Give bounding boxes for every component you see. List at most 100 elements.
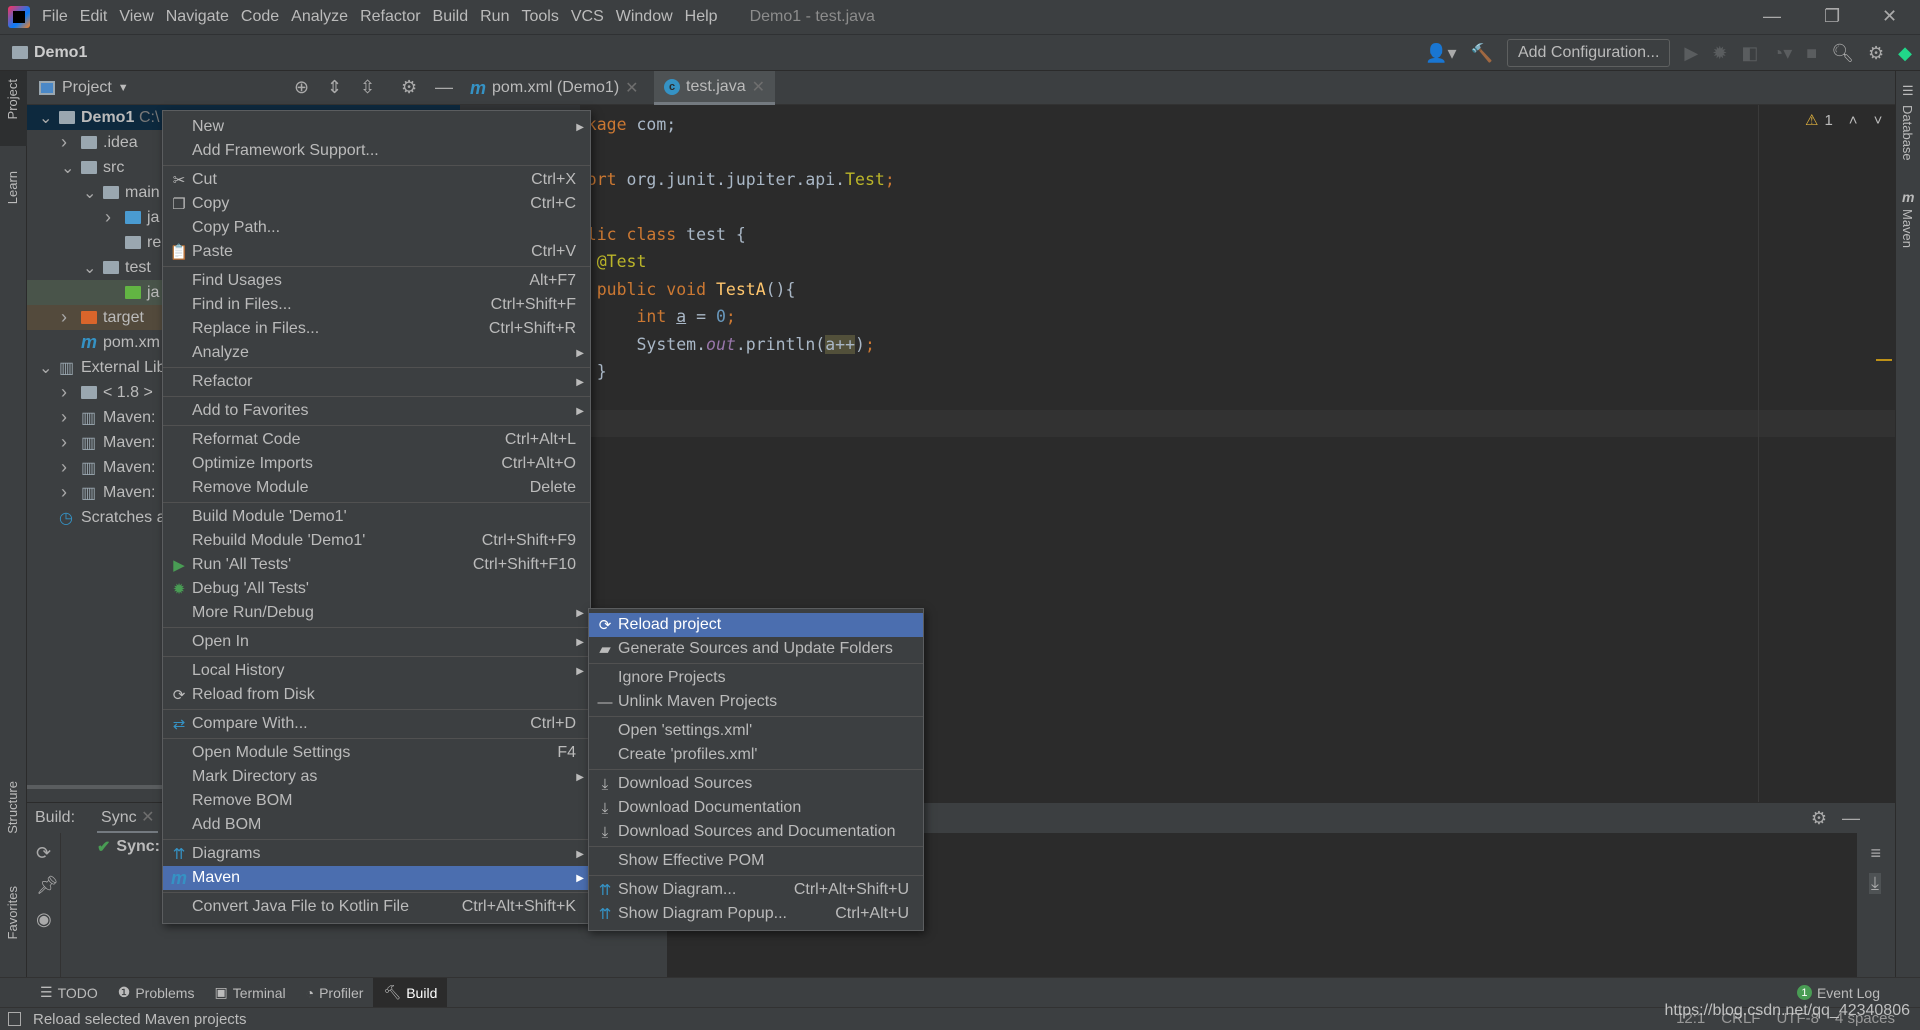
chevron-down-icon[interactable]: ⌄ <box>39 358 52 378</box>
close-icon[interactable]: ✕ <box>1882 6 1897 27</box>
chevron-down-icon[interactable]: ⌄ <box>83 258 96 278</box>
menu-item-show-diagram[interactable]: ⇈ Show Diagram... Ctrl+Alt+Shift+U <box>589 878 923 902</box>
menu-item-analyze[interactable]: Analyze ▶ <box>163 341 590 365</box>
gear-icon[interactable]: ⚙ <box>401 77 417 98</box>
menu-item-unlink-maven-projects[interactable]: — Unlink Maven Projects <box>589 690 923 714</box>
tool-database[interactable]: Database <box>1900 105 1915 161</box>
stop-icon[interactable]: ■ <box>1806 43 1817 64</box>
menu-item-add-bom[interactable]: Add BOM <box>163 813 590 837</box>
search-icon[interactable]: 🔍︎ <box>1831 43 1854 64</box>
tool-todo[interactable]: ☰ TODO <box>30 978 108 1008</box>
tool-build[interactable]: 🔨︎ Build <box>373 977 448 1008</box>
menu-item-open-in[interactable]: Open In ▶ <box>163 630 590 654</box>
next-highlight-icon[interactable]: ˅ <box>1874 112 1883 129</box>
menu-item-generate-sources-and-update-folders[interactable]: ▰ Generate Sources and Update Folders <box>589 637 923 661</box>
menu-item-create-profiles-xml[interactable]: Create 'profiles.xml' <box>589 743 923 767</box>
chevron-down-icon[interactable]: ▼ <box>118 82 129 94</box>
tool-terminal[interactable]: ▣ Terminal <box>204 978 295 1008</box>
menu-item-ignore-projects[interactable]: Ignore Projects <box>589 666 923 690</box>
menu-item-download-documentation[interactable]: ⤓ Download Documentation <box>589 796 923 820</box>
menu-item-reformat-code[interactable]: Reformat Code Ctrl+Alt+L <box>163 428 590 452</box>
run-icon[interactable]: ▶ <box>1684 43 1698 64</box>
build-hammer-icon[interactable]: 🔨 <box>1471 43 1493 64</box>
chevron-right-icon[interactable]: › <box>61 307 67 328</box>
menu-item-find-usages[interactable]: Find Usages Alt+F7 <box>163 269 590 293</box>
tool-problems[interactable]: ❶ Problems <box>108 978 205 1008</box>
vcs-user-icon[interactable]: 👤▾ <box>1425 43 1456 64</box>
tool-project[interactable]: Project <box>5 79 20 119</box>
tab-test-java[interactable]: c test.java ✕ <box>654 71 775 105</box>
menu-item-rebuild-module-demo1[interactable]: Rebuild Module 'Demo1' Ctrl+Shift+F9 <box>163 529 590 553</box>
tool-maven[interactable]: Maven <box>1900 209 1915 248</box>
chevron-right-icon[interactable]: › <box>61 482 67 503</box>
tool-windows-toggle-icon[interactable] <box>8 1012 21 1026</box>
menu-item-build-module-demo1[interactable]: Build Module 'Demo1' <box>163 505 590 529</box>
menu-item-remove-bom[interactable]: Remove BOM <box>163 789 590 813</box>
tool-favorites[interactable]: Favorites <box>5 886 20 939</box>
profile-icon[interactable]: ◔▾ <box>1772 43 1792 64</box>
menu-item-download-sources-and-documentation[interactable]: ⤓ Download Sources and Documentation <box>589 820 923 844</box>
menu-item-compare-with[interactable]: ⇄ Compare With... Ctrl+D <box>163 712 590 736</box>
menu-build[interactable]: Build <box>433 8 469 26</box>
menu-item-open-module-settings[interactable]: Open Module Settings F4 <box>163 741 590 765</box>
menu-item-open-settings-xml[interactable]: Open 'settings.xml' <box>589 719 923 743</box>
menu-file[interactable]: File <box>42 8 68 26</box>
menu-window[interactable]: Window <box>616 8 673 26</box>
chevron-down-icon[interactable]: ⌄ <box>83 183 96 203</box>
minimize-icon[interactable]: — <box>1763 6 1781 27</box>
breadcrumb-project[interactable]: Demo1 <box>12 44 87 62</box>
menu-item-cut[interactable]: ✂ Cut Ctrl+X <box>163 168 590 192</box>
project-view-selector[interactable]: Project <box>62 79 112 97</box>
menu-refactor[interactable]: Refactor <box>360 8 420 26</box>
menu-item-show-effective-pom[interactable]: Show Effective POM <box>589 849 923 873</box>
menu-run[interactable]: Run <box>480 8 509 26</box>
tab-pom-xml[interactable]: m pom.xml (Demo1) ✕ <box>460 71 649 105</box>
menu-item-new[interactable]: New ▶ <box>163 115 590 139</box>
collapse-all-icon[interactable]: ⇳ <box>360 77 375 98</box>
locate-icon[interactable]: ⊕ <box>294 77 309 98</box>
menu-item-paste[interactable]: 📋 Paste Ctrl+V <box>163 240 590 264</box>
sync-tree-item[interactable]: ✔ Sync: <box>97 837 160 857</box>
debug-icon[interactable]: ✹ <box>1712 43 1727 64</box>
menu-help[interactable]: Help <box>685 8 718 26</box>
menu-item-add-to-favorites[interactable]: Add to Favorites ▶ <box>163 399 590 423</box>
chevron-right-icon[interactable]: › <box>61 432 67 453</box>
menu-item-reload-from-disk[interactable]: ⟳ Reload from Disk <box>163 683 590 707</box>
warning-stripe-marker[interactable] <box>1876 359 1892 361</box>
menu-item-local-history[interactable]: Local History ▶ <box>163 659 590 683</box>
menu-tools[interactable]: Tools <box>521 8 558 26</box>
previous-highlight-icon[interactable]: ˄ <box>1849 112 1858 129</box>
inspection-widget[interactable]: ⚠ 1 ˄ ˅ <box>1805 111 1883 130</box>
menu-item-reload-project[interactable]: ⟳ Reload project <box>589 613 923 637</box>
close-icon[interactable]: ✕ <box>752 77 765 97</box>
menu-item-remove-module[interactable]: Remove Module Delete <box>163 476 590 500</box>
coverage-icon[interactable]: ◧ <box>1741 43 1758 64</box>
chevron-down-icon[interactable]: ⌄ <box>61 158 74 178</box>
tool-learn[interactable]: Learn <box>5 171 20 204</box>
tool-structure[interactable]: Structure <box>5 781 20 834</box>
tab-sync[interactable]: Sync ✕ <box>97 802 159 834</box>
menu-item-diagrams[interactable]: ⇈ Diagrams ▶ <box>163 842 590 866</box>
soft-wrap-icon[interactable]: ≡ <box>1870 843 1881 864</box>
chevron-right-icon[interactable]: › <box>61 457 67 478</box>
gear-icon[interactable]: ⚙ <box>1868 43 1884 64</box>
menu-item-run-all-tests[interactable]: ▶ Run 'All Tests' Ctrl+Shift+F10 <box>163 553 590 577</box>
menu-analyze[interactable]: Analyze <box>291 8 348 26</box>
menu-item-download-sources[interactable]: ⤓ Download Sources <box>589 772 923 796</box>
restore-icon[interactable]: ❐ <box>1824 6 1840 27</box>
menu-view[interactable]: View <box>119 8 153 26</box>
menu-item-show-diagram-popup[interactable]: ⇈ Show Diagram Popup... Ctrl+Alt+U <box>589 902 923 926</box>
menu-item-refactor[interactable]: Refactor ▶ <box>163 370 590 394</box>
chevron-down-icon[interactable]: ⌄ <box>39 108 52 128</box>
menu-item-optimize-imports[interactable]: Optimize Imports Ctrl+Alt+O <box>163 452 590 476</box>
menu-edit[interactable]: Edit <box>80 8 108 26</box>
menu-vcs[interactable]: VCS <box>571 8 604 26</box>
menu-item-debug-all-tests[interactable]: ✹ Debug 'All Tests' <box>163 577 590 601</box>
chevron-right-icon[interactable]: › <box>61 132 67 153</box>
toolbox-icon[interactable]: ◆ <box>1898 43 1912 64</box>
close-icon[interactable]: ✕ <box>625 78 638 98</box>
menu-item-mark-directory-as[interactable]: Mark Directory as ▶ <box>163 765 590 789</box>
add-configuration-button[interactable]: Add Configuration... <box>1506 39 1671 67</box>
scroll-to-end-icon[interactable]: ⤓ <box>1869 873 1881 894</box>
chevron-right-icon[interactable]: › <box>61 407 67 428</box>
